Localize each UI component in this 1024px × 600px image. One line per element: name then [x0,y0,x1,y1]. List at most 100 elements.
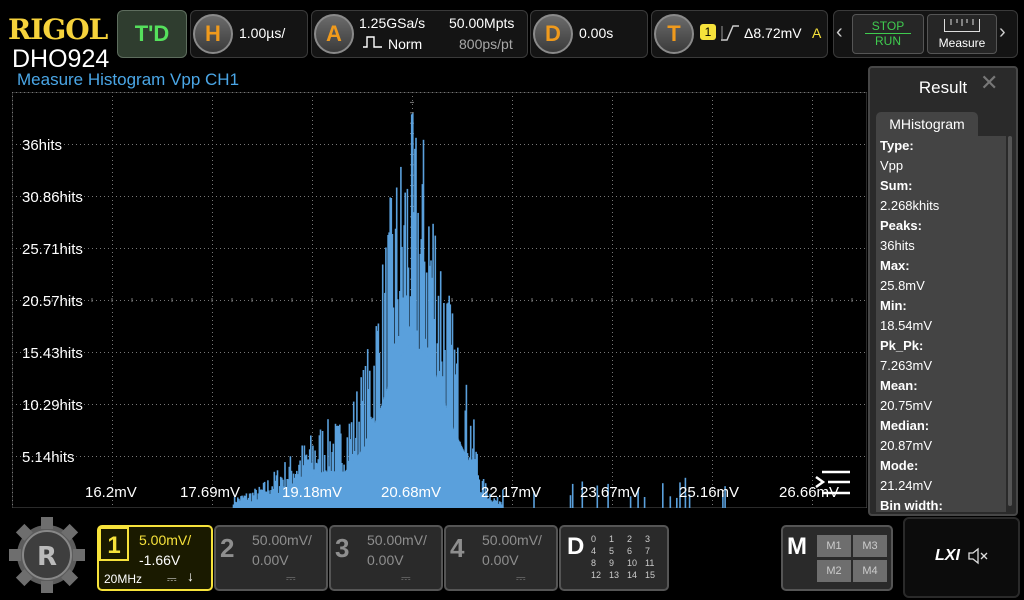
acquire-a-icon: A [314,14,354,54]
grid-dot [732,196,733,197]
grid-dot [704,404,705,405]
grid-dot [716,248,717,249]
grid-dot [456,352,457,353]
menu-toggle-icon[interactable] [814,468,852,503]
grid-dot [612,504,613,505]
channel-1-panel[interactable]: 1 5.00mV/ -1.66V 20MHz ⎓ ↓ [97,525,213,591]
grid-dot [764,92,765,93]
grid-dot [172,456,173,457]
grid-dot [712,448,713,449]
grid-dot [180,248,181,249]
stop-run-button[interactable]: STOP RUN [852,14,924,54]
grid-dot [44,92,45,93]
math-panel[interactable]: M M1 M3 M2 M4 [781,525,893,591]
math-m2[interactable]: M2 [817,560,851,582]
speaker-muted-icon[interactable] [967,547,989,570]
grid-dot [844,456,845,457]
grid-dot [668,92,669,93]
grid-dot [12,400,13,401]
grid-dot [812,320,813,321]
dc-coupling-icon: ⎓ [286,571,296,585]
grid-dot [632,144,633,145]
stop-label: STOP [865,19,911,34]
grid-dot [212,412,213,413]
close-icon[interactable]: ✕ [980,70,998,96]
td-button[interactable]: T'D [117,10,187,58]
grid-dot [380,196,381,197]
nav-right-icon[interactable]: › [999,21,1006,44]
grid-dot [388,144,389,145]
grid-dot [12,172,13,173]
grid-dot [104,300,105,301]
channel-2-panel[interactable]: 2 50.00mV/ 0.00V ⎓ [214,525,328,591]
grid-dot [200,92,201,93]
digital-panel[interactable]: D 0 1 2 3 4 5 6 7 8 9 10 11 12 13 14 15 [559,525,669,591]
grid-dot [512,400,513,401]
grid-dot [312,320,313,321]
digital-ch: 10 [627,558,638,568]
grid-dot [568,404,569,405]
tab-mhistogram[interactable]: MHistogram [876,112,978,136]
grid-dot [712,408,713,409]
grid-dot [76,144,77,145]
grid-dot [568,144,569,145]
grid-dot [612,408,613,409]
acquire-panel[interactable]: A 1.25GSa/s Norm 50.00Mpts 800ps/pt [311,10,528,58]
histogram-screen[interactable] [12,92,867,508]
grid-dot [852,92,853,93]
grid-dot [472,92,473,93]
grid-dot [424,92,425,93]
grid-dot [20,456,21,457]
grid-dot [268,248,269,249]
home-button[interactable]: R [5,515,89,595]
grid-dot [112,128,113,129]
grid-dot [712,320,713,321]
nav-left-icon[interactable]: ‹ [836,21,843,44]
grid-dot [800,196,801,197]
result-scrollbar[interactable] [1008,136,1012,506]
grid-dot [284,92,285,93]
grid-dot [12,208,13,209]
grid-dot [644,92,645,93]
grid-dot [692,248,693,249]
math-m1[interactable]: M1 [817,535,851,557]
grid-dot [712,104,713,105]
grid-dot [304,248,305,249]
grid-dot [600,300,601,301]
grid-dot [844,92,845,93]
grid-dot [796,248,797,249]
math-m3[interactable]: M3 [853,535,887,557]
grid-dot [12,484,13,485]
grid-dot [648,404,649,405]
grid-dot [712,344,713,345]
grid-dot [548,404,549,405]
math-m4[interactable]: M4 [853,560,887,582]
grid-dot [212,368,213,369]
grid-dot [356,248,357,249]
grid-dot [112,480,113,481]
grid-dot [712,340,713,341]
grid-dot [244,352,245,353]
delay-panel[interactable]: D 0.00s [530,10,648,58]
grid-dot [112,192,113,193]
grid-dot [712,384,713,385]
grid-dot [604,248,605,249]
grid-dot [712,232,713,233]
grid-dot [612,348,613,349]
grid-dot [112,260,113,261]
trigger-panel[interactable]: T 1 Δ8.72mV A [651,10,828,58]
grid-dot [212,316,213,317]
grid-dot [856,196,857,197]
grid-dot [300,404,301,405]
grid-dot [152,352,153,353]
channel-4-panel[interactable]: 4 50.00mV/ 0.00V ⎓ [444,525,558,591]
grid-dot [716,352,717,353]
grid-dot [588,352,589,353]
grid-dot [12,116,13,117]
grid-dot [196,144,197,145]
grid-dot [368,92,369,93]
grid-dot [804,300,805,301]
measure-button[interactable]: Measure [927,14,997,54]
horizontal-panel[interactable]: H 1.00µs/ [190,10,308,58]
channel-3-panel[interactable]: 3 50.00mV/ 0.00V ⎓ [329,525,443,591]
